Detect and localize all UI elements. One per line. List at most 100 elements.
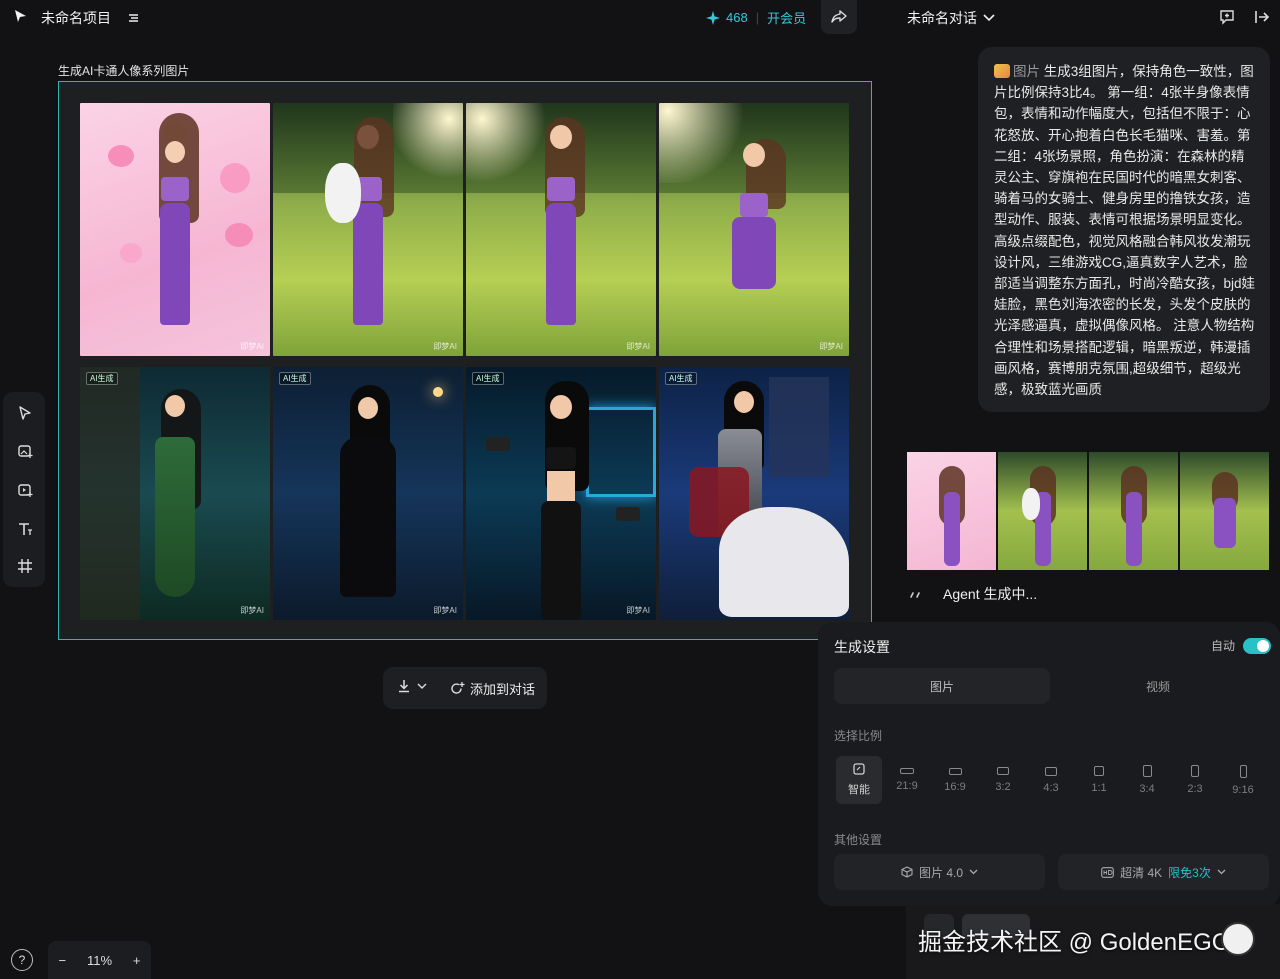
tab-video[interactable]: 视频 <box>1050 668 1266 704</box>
watermark-text: 即梦AI <box>240 606 264 615</box>
conversation-title: 未命名对话 <box>907 10 977 26</box>
credits-count: 468 <box>726 10 748 25</box>
quality-promo: 限免3次 <box>1168 865 1211 880</box>
text-tool-button[interactable] <box>14 518 36 540</box>
smart-ratio-icon <box>853 763 865 775</box>
watermark-text: 即梦AI <box>433 606 457 615</box>
image-tile[interactable]: AI生成 即梦AI <box>273 367 463 620</box>
zoom-level[interactable]: 11% <box>87 953 112 968</box>
ratio-label: 3:2 <box>995 781 1011 793</box>
ratio-2-3[interactable]: 2:3 <box>1172 756 1218 804</box>
add-to-chat-button[interactable]: 添加到对话 <box>450 679 535 698</box>
ratio-9-16[interactable]: 9:16 <box>1220 756 1266 804</box>
ratio-label: 智能 <box>848 784 870 796</box>
ai-generated-tag: AI生成 <box>86 372 118 385</box>
ratio-shape-icon <box>1094 766 1104 776</box>
canvas-title: 生成AI卡通人像系列图片 <box>58 64 190 78</box>
zoom-out-button[interactable]: − <box>58 953 66 968</box>
help-text: ? <box>18 953 26 967</box>
user-message-bubble: 图片 生成3组图片，保持角色一致性，图片比例保持3比4。 第一组：4张半身像表情… <box>978 47 1270 412</box>
image-tile[interactable]: 即梦AI <box>466 103 656 356</box>
ratio-shape-icon <box>1191 765 1199 777</box>
image-tile[interactable]: AI生成 即梦AI <box>466 367 656 620</box>
image-tile[interactable]: 即梦AI <box>80 103 270 356</box>
frame-icon <box>17 558 33 574</box>
membership-link[interactable]: 开会员 <box>767 8 806 27</box>
ai-generated-tag: AI生成 <box>279 372 311 385</box>
hd-icon <box>1101 866 1114 878</box>
text-icon <box>17 521 33 537</box>
message-text: 生成3组图片，保持角色一致性，图片比例保持3比4。 第一组：4张半身像表情包，表… <box>994 64 1256 398</box>
download-button[interactable] <box>397 679 427 693</box>
image-tile[interactable]: 即梦AI <box>273 103 463 356</box>
image-tile[interactable]: AI生成 即梦AI <box>80 367 270 620</box>
quality-select[interactable]: 超清 4K 限免3次 <box>1058 854 1269 890</box>
chevron-down-icon <box>417 683 427 689</box>
crop-tool-button[interactable] <box>14 555 36 577</box>
zoom-in-button[interactable]: + <box>133 953 141 968</box>
ratio-label: 4:3 <box>1043 781 1059 794</box>
image-tile[interactable]: AI生成 <box>659 367 849 620</box>
collapse-panel-button[interactable] <box>1254 9 1270 28</box>
image-group-frame[interactable]: 即梦AI 即梦AI 即梦AI 即梦AI AI生成 即梦AI AI生成 即梦AI … <box>58 81 872 640</box>
watermark-avatar <box>1221 922 1255 956</box>
collapse-icon <box>1254 9 1270 25</box>
cube-icon <box>901 866 913 878</box>
project-title-text: 未命名项目 <box>41 10 111 26</box>
message-tag: 图片 <box>1013 64 1040 79</box>
result-thumbnails <box>907 452 1269 570</box>
ratio-label: 9:16 <box>1232 783 1254 796</box>
top-bar: 未命名项目 468 | 开会员 未命名对话 <box>0 0 1280 36</box>
model-select[interactable]: 图片 4.0 <box>834 854 1045 890</box>
ai-generated-tag: AI生成 <box>665 372 697 385</box>
auto-toggle[interactable]: 自动 <box>1211 637 1272 654</box>
ratio-label: 16:9 <box>944 780 966 793</box>
image-add-icon <box>17 443 33 459</box>
result-thumbnail[interactable] <box>1089 452 1178 570</box>
ratio-shape-icon <box>997 767 1009 775</box>
new-chat-button[interactable] <box>1219 9 1235 28</box>
video-gen-tool-button[interactable] <box>14 479 36 501</box>
ratio-smart[interactable]: 智能 <box>836 756 882 804</box>
loading-icon <box>909 589 925 599</box>
watermark-text: 即梦AI <box>240 342 264 351</box>
chat-add-icon <box>450 681 465 696</box>
ratio-16-9[interactable]: 16:9 <box>932 756 978 804</box>
model-value: 图片 4.0 <box>918 865 964 880</box>
ratio-section-label: 选择比例 <box>834 729 883 743</box>
agent-status: Agent 生成中... <box>909 584 1037 604</box>
ratio-shape-icon <box>1045 766 1057 776</box>
logo[interactable] <box>12 8 28 24</box>
project-title[interactable]: 未命名项目 <box>41 8 141 28</box>
share-button[interactable] <box>821 0 857 34</box>
ratio-21-9[interactable]: 21:9 <box>884 756 930 804</box>
image-action-bar: 添加到对话 <box>383 667 547 709</box>
watermark-text: 即梦AI <box>433 342 457 351</box>
menu-icon[interactable] <box>127 12 141 24</box>
watermark-text: 即梦AI <box>626 606 650 615</box>
conversation-selector[interactable]: 未命名对话 <box>907 8 995 28</box>
toggle-switch-icon[interactable] <box>1243 637 1272 654</box>
result-thumbnail[interactable] <box>1180 452 1269 570</box>
watermark-text: 即梦AI <box>626 342 650 351</box>
chevron-down-icon <box>1217 869 1226 875</box>
image-tile[interactable]: 即梦AI <box>659 103 849 356</box>
ratio-label: 2:3 <box>1187 783 1203 795</box>
download-icon <box>397 679 411 693</box>
result-thumbnail[interactable] <box>998 452 1087 570</box>
ratio-3-4[interactable]: 3:4 <box>1124 756 1170 804</box>
result-thumbnail[interactable] <box>907 452 996 570</box>
ratio-4-3[interactable]: 4:3 <box>1028 756 1074 804</box>
tab-image[interactable]: 图片 <box>834 668 1050 704</box>
zoom-controls: − 11% + <box>48 941 151 979</box>
image-gen-tool-button[interactable] <box>14 440 36 462</box>
ratio-1-1[interactable]: 1:1 <box>1076 756 1122 804</box>
select-tool-button[interactable] <box>14 402 36 424</box>
chevron-down-icon <box>983 14 995 22</box>
credits-display[interactable]: 468 | 开会员 <box>706 8 806 27</box>
ratio-3-2[interactable]: 3:2 <box>980 756 1026 804</box>
quality-value: 超清 4K <box>1120 865 1163 880</box>
help-button[interactable]: ? <box>11 949 33 971</box>
ai-generated-tag: AI生成 <box>472 372 504 385</box>
other-section-label: 其他设置 <box>834 833 883 847</box>
